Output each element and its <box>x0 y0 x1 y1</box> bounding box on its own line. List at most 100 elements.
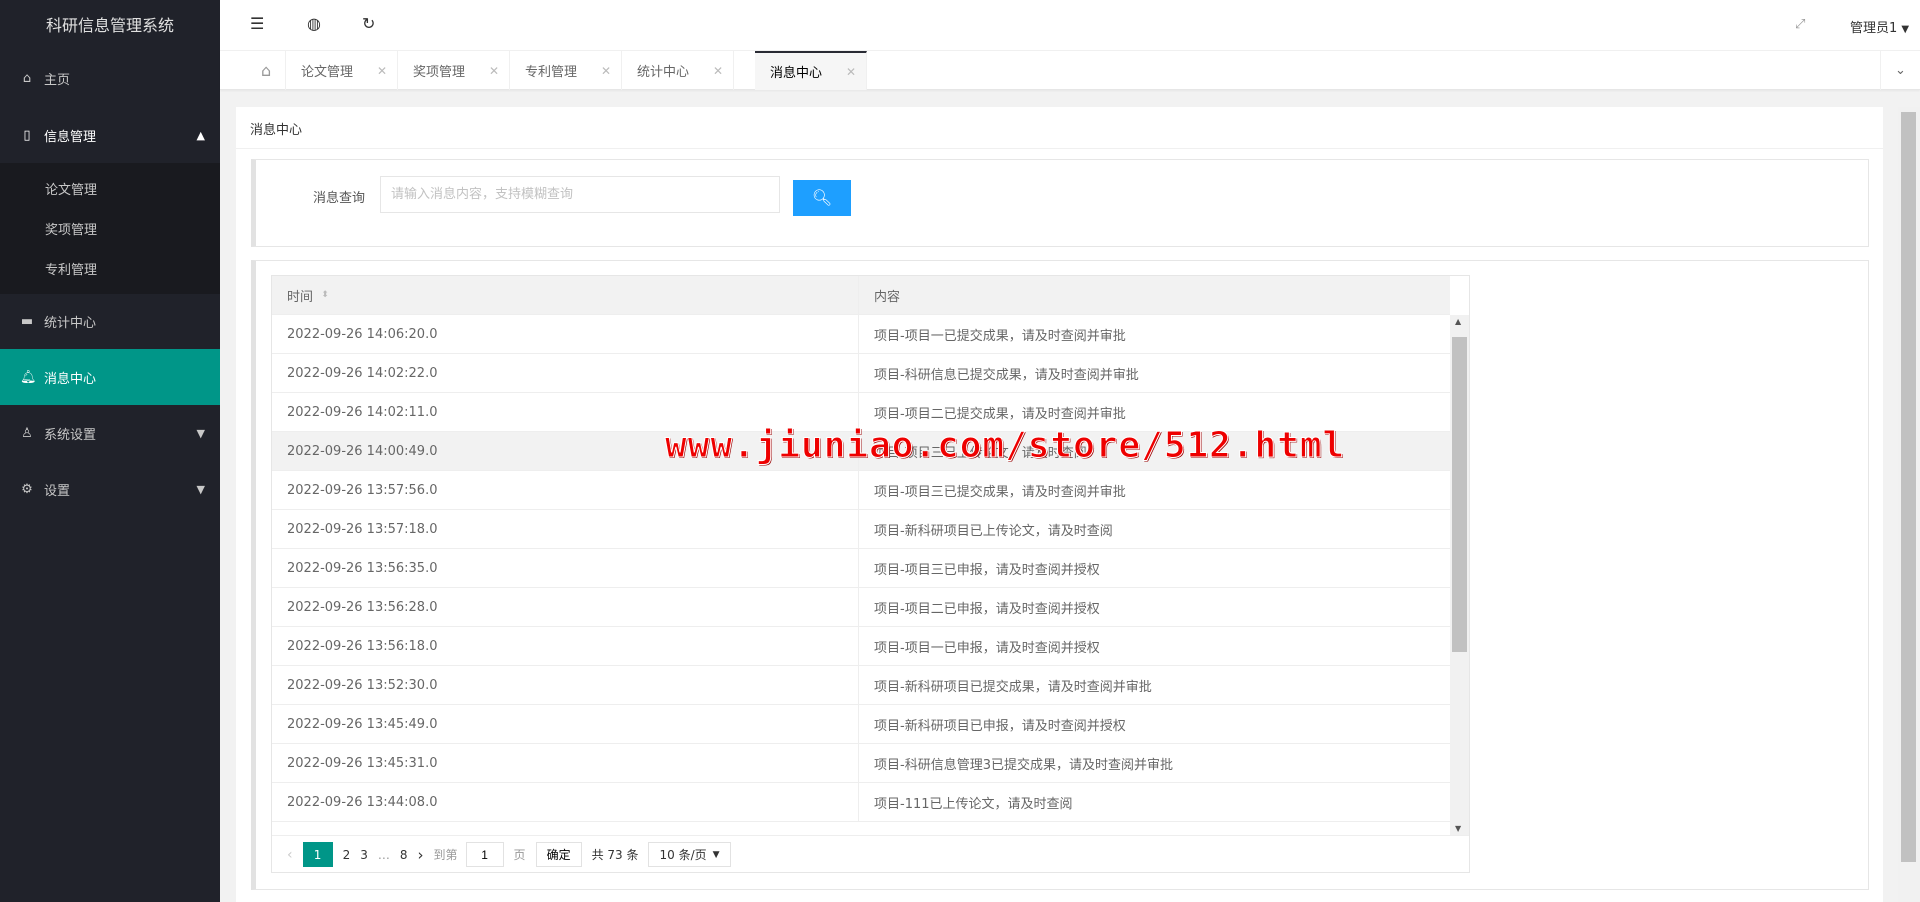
sidebar-item-label: 设置 <box>44 483 71 499</box>
page-8[interactable]: 8 <box>400 848 408 862</box>
scroll-down-icon[interactable]: ▼ <box>1455 824 1461 833</box>
cell-time: 2022-09-26 14:02:22.0 <box>272 354 859 392</box>
divider <box>236 148 1883 149</box>
table-panel: 时间 ⬍ 内容 2022-09-26 14:06:20.0 项目-项目一已提交成果… <box>251 260 1869 890</box>
globe-icon[interactable]: ◍ <box>307 14 321 33</box>
page-3[interactable]: 3 <box>360 848 368 862</box>
search-input[interactable] <box>380 176 780 213</box>
next-page-icon[interactable]: › <box>418 846 424 864</box>
table-row: 2022-09-26 14:02:22.0 项目-科研信息已提交成果，请及时查阅并… <box>272 354 1450 393</box>
table-row: 2022-09-26 13:44:08.0 项目-111已上传论文，请及时查阅 <box>272 783 1450 822</box>
cell-time: 2022-09-26 13:57:56.0 <box>272 471 859 509</box>
tab-label: 统计中心 <box>637 65 690 80</box>
close-icon[interactable]: ✕ <box>489 64 499 78</box>
fullscreen-icon[interactable]: ⤢ <box>1795 17 1805 32</box>
page-2[interactable]: 2 <box>343 848 351 862</box>
page-size-select[interactable]: 10 条/页 ▼ <box>648 842 731 867</box>
caret-down-icon: ▼ <box>196 426 205 440</box>
refresh-icon[interactable]: ↻ <box>362 14 375 33</box>
tab-patents[interactable]: 专利管理 ✕ <box>510 51 622 90</box>
user-name: 管理员1 <box>1850 21 1898 36</box>
search-label: 消息查询 <box>313 191 366 206</box>
table-header: 时间 ⬍ 内容 <box>272 276 1450 315</box>
submenu-item-awards[interactable]: 奖项管理 <box>45 219 97 238</box>
tab-label: 专利管理 <box>525 65 578 80</box>
home-icon: ⌂ <box>261 61 272 80</box>
user-menu[interactable]: 管理员1 ▼ <box>1850 17 1909 36</box>
watermark: www.jiuniao.com/store/512.html <box>664 425 1346 467</box>
table-row: 2022-09-26 13:52:30.0 项目-新科研项目已提交成果，请及时查阅… <box>272 666 1450 705</box>
tab-label: 论文管理 <box>301 65 354 80</box>
tab-stats[interactable]: 统计中心 ✕ <box>622 51 734 90</box>
close-icon[interactable]: ✕ <box>846 65 856 79</box>
table-row: 2022-09-26 13:56:35.0 项目-项目三已申报，请及时查阅并授权 <box>272 549 1450 588</box>
search-icon: 🔍︎ <box>811 190 833 207</box>
tab-awards[interactable]: 奖项管理 ✕ <box>398 51 510 90</box>
cell-content: 项目-项目二已申报，请及时查阅并授权 <box>874 601 1100 617</box>
page-ellipsis: … <box>377 847 390 862</box>
tabs-dropdown-icon[interactable]: ⌄ <box>1880 51 1920 90</box>
bell-icon: 🔔︎ <box>20 369 37 385</box>
cell-time: 2022-09-26 13:52:30.0 <box>272 666 859 704</box>
prev-page-icon[interactable]: ‹ <box>287 847 293 863</box>
menu-toggle-icon[interactable]: ☰ <box>250 14 264 33</box>
cell-time: 2022-09-26 14:06:20.0 <box>272 315 859 353</box>
sidebar-item-label: 信息管理 <box>44 129 97 145</box>
scroll-thumb[interactable] <box>1452 337 1467 652</box>
app-title: 科研信息管理系统 <box>45 16 174 35</box>
close-icon[interactable]: ✕ <box>713 64 723 78</box>
page-scroll-thumb[interactable] <box>1901 112 1916 862</box>
sidebar-item-label: 消息中心 <box>44 371 97 387</box>
gear-icon: ⚙ <box>21 481 33 497</box>
cell-content: 项目-科研信息已提交成果，请及时查阅并审批 <box>874 367 1139 383</box>
sort-icon[interactable]: ⬍ <box>321 290 329 300</box>
submenu-item-papers[interactable]: 论文管理 <box>45 179 97 198</box>
content-card: 消息中心 消息查询 🔍︎ 时间 ⬍ 内容 2022-09-26 14:06:20… <box>236 107 1883 902</box>
cell-content: 项目-项目三已申报，请及时查阅并授权 <box>874 562 1100 578</box>
page-suffix: 页 <box>513 848 526 862</box>
cell-content: 项目-新科研项目已提交成果，请及时查阅并审批 <box>874 679 1152 695</box>
tab-papers[interactable]: 论文管理 ✕ <box>286 51 398 90</box>
table-row: 2022-09-26 13:45:31.0 项目-科研信息管理3已提交成果，请及时… <box>272 744 1450 783</box>
page-1[interactable]: 1 <box>302 842 333 867</box>
close-icon[interactable]: ✕ <box>601 64 611 78</box>
tab-home[interactable]: ⌂ <box>251 51 286 90</box>
close-icon[interactable]: ✕ <box>377 64 387 78</box>
caret-down-icon: ▼ <box>1901 24 1910 35</box>
table-row: 2022-09-26 13:57:56.0 项目-项目三已提交成果，请及时查阅并审… <box>272 471 1450 510</box>
top-header: ☰ ◍ ↻ ⤢ 管理员1 ▼ <box>220 0 1920 51</box>
cell-time: 2022-09-26 13:44:08.0 <box>272 783 859 821</box>
sidebar-item-system-settings[interactable]: ♙ 系统设置 ▼ <box>0 405 220 461</box>
monitor-icon: ▬ <box>20 313 34 329</box>
cell-time: 2022-09-26 13:56:18.0 <box>272 627 859 665</box>
caret-down-icon: ▼ <box>196 482 205 496</box>
sidebar-item-label: 系统设置 <box>44 427 97 443</box>
total-count: 共 73 条 <box>591 848 639 862</box>
sidebar-item-info[interactable]: ▯ 信息管理 ▲ <box>0 107 220 163</box>
table-row: 2022-09-26 13:57:18.0 项目-新科研项目已上传论文，请及时查阅 <box>272 510 1450 549</box>
cell-content: 项目-项目三已提交成果，请及时查阅并审批 <box>874 484 1126 500</box>
sidebar-item-settings[interactable]: ⚙ 设置 ▼ <box>0 461 220 517</box>
cell-content: 项目-111已上传论文，请及时查阅 <box>874 796 1073 812</box>
header-label: 时间 <box>287 289 314 305</box>
sidebar-item-stats[interactable]: ▬ 统计中心 <box>0 293 220 349</box>
note-icon: ▯ <box>23 127 31 143</box>
page-size-value: 10 条/页 <box>659 848 707 862</box>
chevron-down-icon: ▼ <box>712 849 720 860</box>
table-scrollbar[interactable]: ▲ ▼ <box>1450 315 1469 835</box>
search-button[interactable]: 🔍︎ <box>793 180 851 216</box>
table-row: 2022-09-26 13:45:49.0 项目-新科研项目已申报，请及时查阅并授… <box>272 705 1450 744</box>
sidebar-item-home[interactable]: ⌂ 主页 <box>0 50 220 106</box>
table-row: 2022-09-26 13:56:28.0 项目-项目二已申报，请及时查阅并授权 <box>272 588 1450 627</box>
table-row: 2022-09-26 14:06:20.0 项目-项目一已提交成果，请及时查阅并审… <box>272 315 1450 354</box>
sidebar-item-label: 主页 <box>44 72 71 88</box>
goto-confirm-button[interactable]: 确定 <box>535 842 582 867</box>
page-scrollbar[interactable] <box>1898 107 1920 902</box>
sidebar-item-messages[interactable]: 🔔︎ 消息中心 <box>0 349 220 405</box>
cell-content: 项目-新科研项目已申报，请及时查阅并授权 <box>874 718 1126 734</box>
goto-page-input[interactable] <box>465 842 504 867</box>
scroll-up-icon[interactable]: ▲ <box>1455 317 1461 326</box>
submenu-item-patents[interactable]: 专利管理 <box>45 259 97 278</box>
tab-messages[interactable]: 消息中心 ✕ <box>755 51 867 90</box>
column-header-time[interactable]: 时间 ⬍ <box>272 276 859 314</box>
